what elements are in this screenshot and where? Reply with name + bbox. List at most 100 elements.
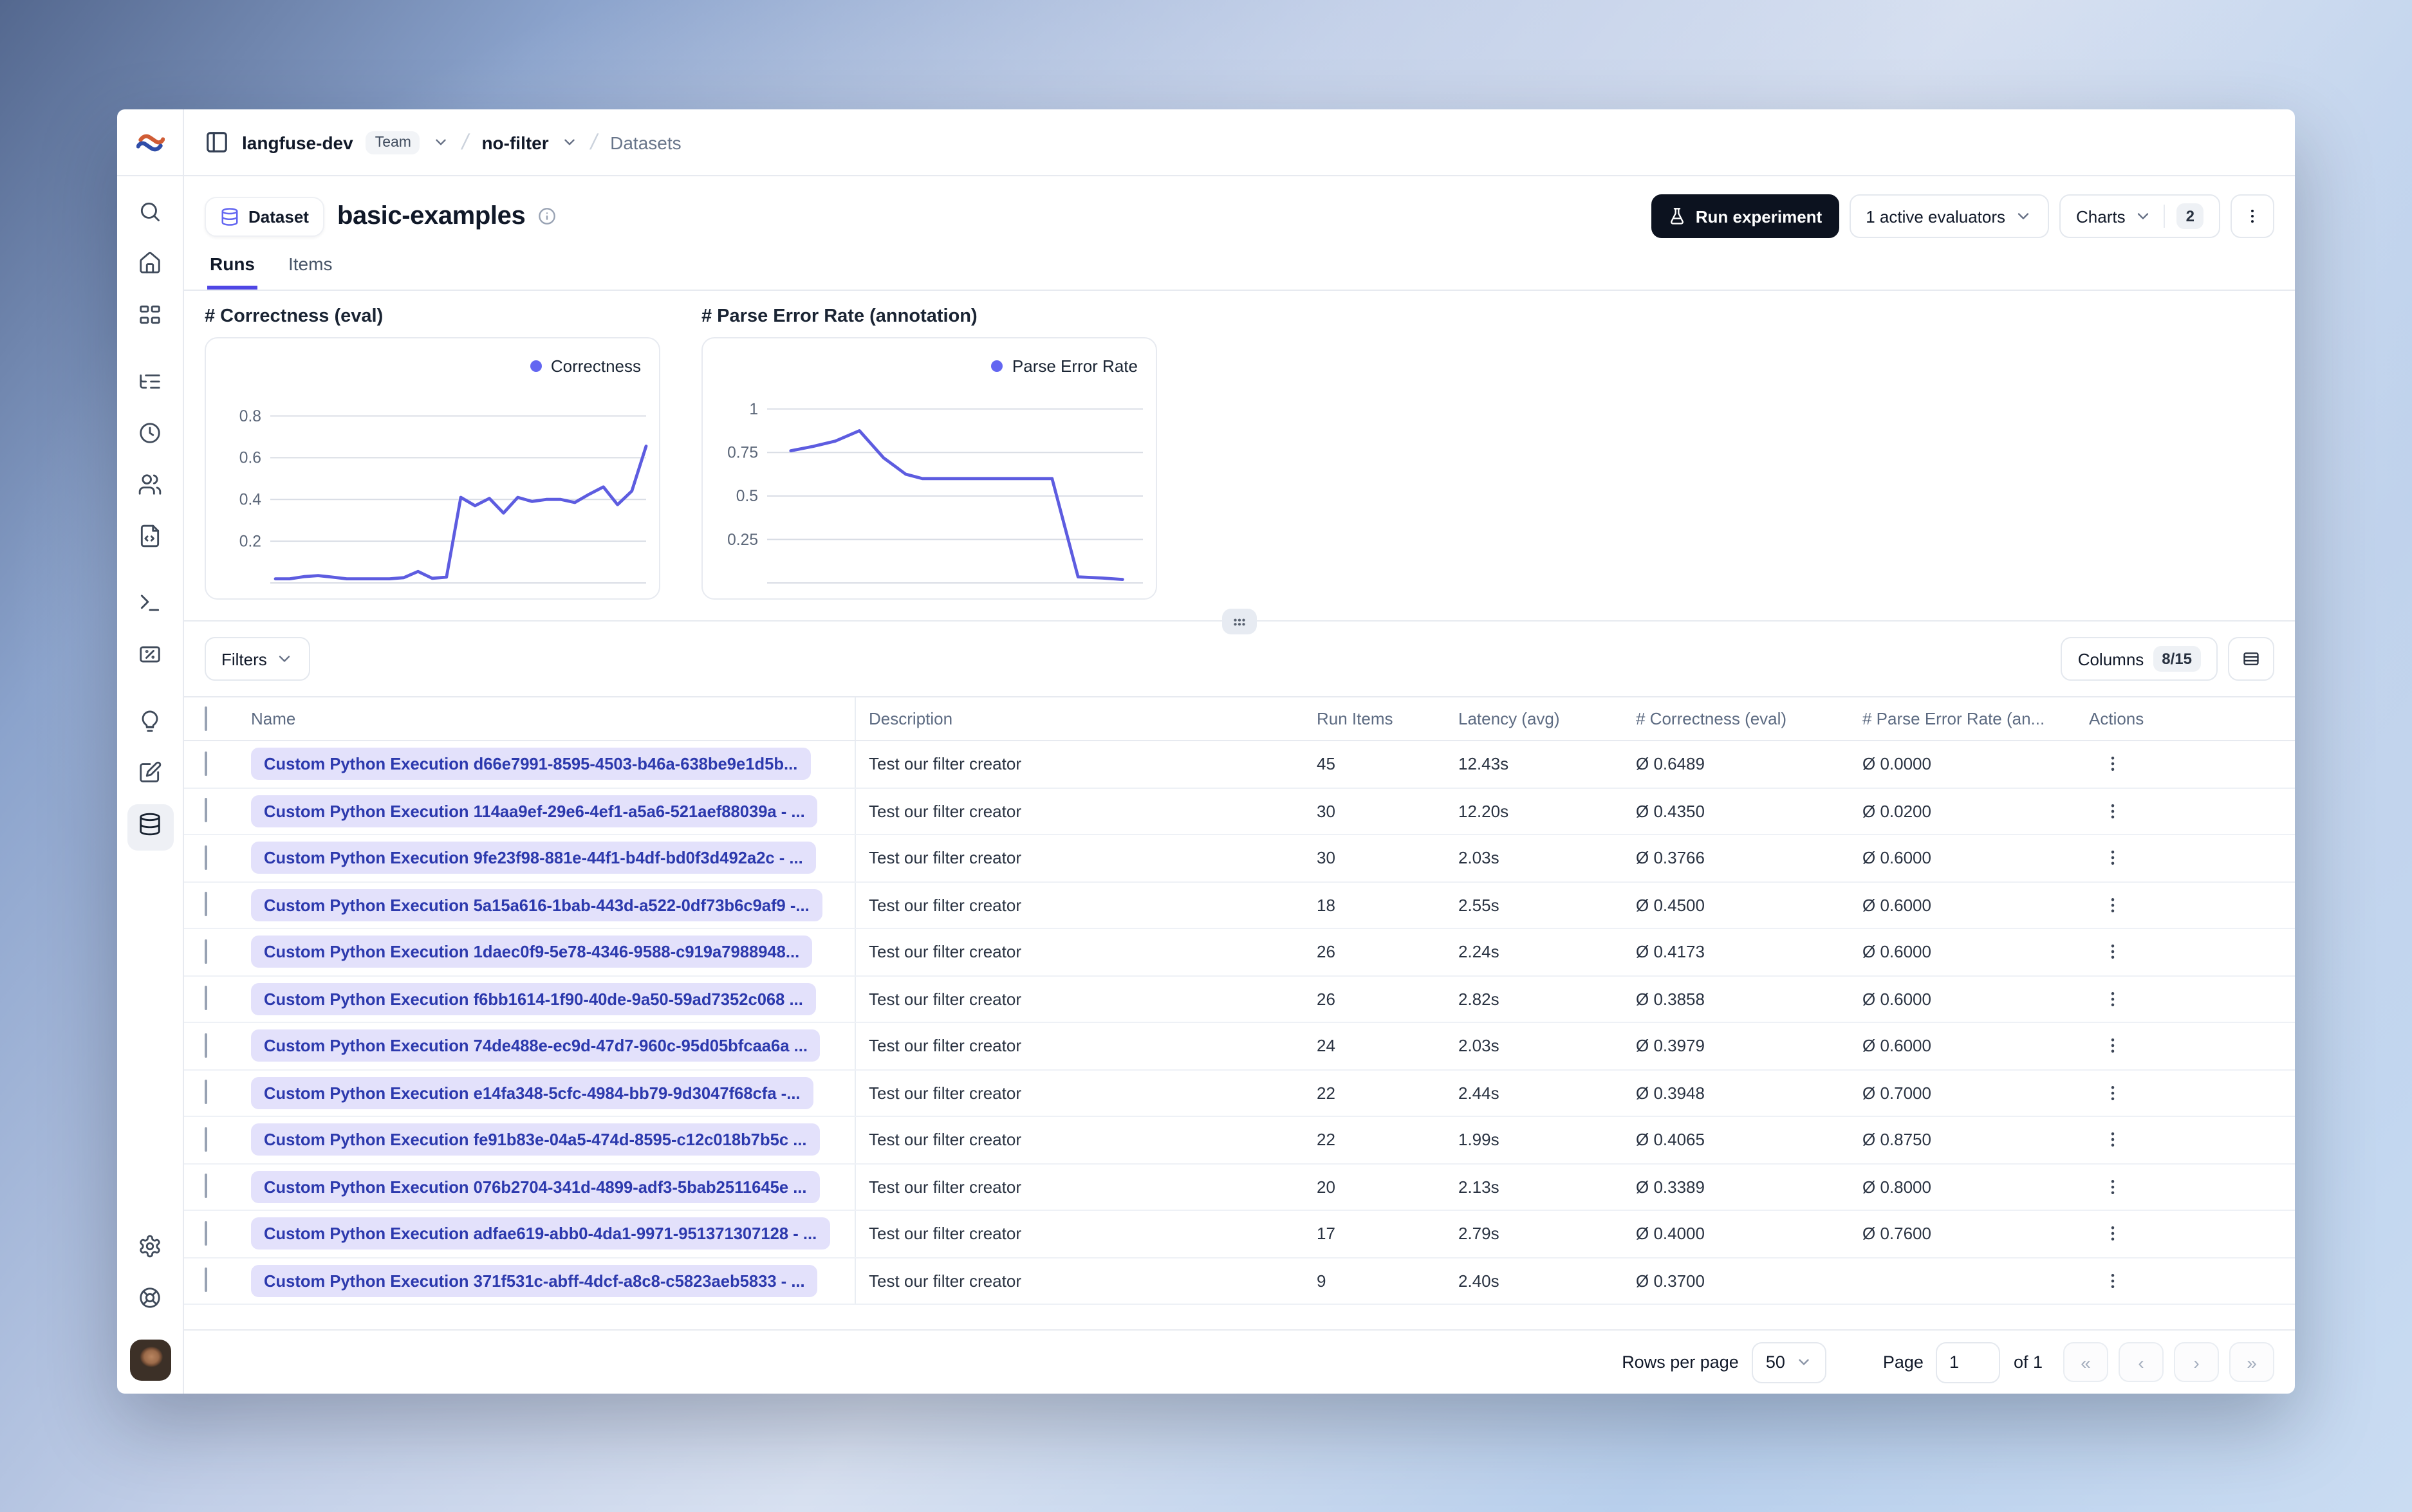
first-page-button[interactable]: « [2063,1342,2108,1382]
correctness-value: Ø 0.3858 [1636,989,1705,1009]
last-page-button[interactable]: » [2229,1342,2274,1382]
column-header-1[interactable]: Run Items [1304,709,1445,728]
org-type-badge: Team [366,131,420,154]
row-checkbox[interactable] [205,845,207,870]
grip-dots-icon [1234,618,1245,625]
run-name-link[interactable]: Custom Python Execution fe91b83e-04a5-47… [251,1123,820,1156]
row-checkbox[interactable] [205,939,207,964]
sidebar-item-users[interactable] [127,465,173,511]
row-checkbox[interactable] [205,1268,207,1293]
page-number-input[interactable] [1936,1341,2001,1383]
run-name-link[interactable]: Custom Python Execution 74de488e-ec9d-47… [251,1029,821,1062]
row-actions-menu[interactable] [2094,936,2130,969]
run-name-link[interactable]: Custom Python Execution 114aa9ef-29e6-4e… [251,795,818,827]
tab-items[interactable]: Items [286,246,335,290]
column-header-4[interactable]: # Parse Error Rate (an... [1850,709,2076,728]
run-experiment-button[interactable]: Run experiment [1651,194,1839,238]
column-header-3[interactable]: # Correctness (eval) [1623,709,1850,728]
run-name-link[interactable]: Custom Python Execution e14fa348-5cfc-49… [251,1076,813,1109]
row-checkbox[interactable] [205,1127,207,1152]
column-header-name[interactable]: Name [251,697,856,740]
row-height-button[interactable] [2228,637,2274,681]
breadcrumb-project[interactable]: no-filter [481,132,548,152]
latency-value: 2.03s [1458,1036,1499,1056]
sidebar-bottom [127,1226,173,1394]
sidebar-item-evaluation-percent[interactable] [127,634,173,681]
svg-text:0.8: 0.8 [239,408,261,425]
sidebar-toggle-icon[interactable] [205,130,229,154]
info-icon[interactable] [538,207,556,225]
run-description: Test our filter creator [869,1224,1021,1244]
rows-per-page-select[interactable]: 50 [1751,1341,1826,1383]
column-header-2[interactable]: Latency (avg) [1445,709,1623,728]
row-actions-menu[interactable] [2094,1123,2130,1157]
row-checkbox[interactable] [205,751,207,776]
run-name-link[interactable]: Custom Python Execution d66e7991-8595-45… [251,748,811,780]
resize-handle[interactable] [1222,609,1257,634]
previous-page-button[interactable]: ‹ [2119,1342,2164,1382]
sidebar-item-dashboards[interactable] [127,295,173,341]
sidebar-item-annotation-lightbulb[interactable] [127,701,173,748]
row-checkbox[interactable] [205,892,207,917]
charts-toggle-button[interactable]: Charts 2 [2059,194,2220,238]
parse-error-value: Ø 0.8000 [1862,1177,1931,1197]
sidebar-item-search[interactable] [127,192,173,238]
kebab-menu-icon [2110,757,2114,771]
sidebar-item-tracing[interactable] [127,362,173,408]
row-checkbox[interactable] [205,986,207,1011]
row-actions-menu[interactable] [2094,842,2130,875]
svg-text:0.5: 0.5 [736,488,758,505]
row-actions-menu[interactable] [2094,1029,2130,1063]
row-checkbox[interactable] [205,1174,207,1199]
page-count-label: of 1 [2013,1352,2043,1372]
row-actions-menu[interactable] [2094,1217,2130,1251]
run-name-link[interactable]: Custom Python Execution 1daec0f9-5e78-43… [251,936,813,968]
chevron-down-icon[interactable] [562,134,579,151]
row-actions-menu[interactable] [2094,1264,2130,1298]
sidebar-item-prompts-file-code[interactable] [127,516,173,562]
correctness-value: Ø 0.3389 [1636,1177,1705,1197]
line-chart: 0.25 0.5 0.75 1 [727,401,1143,584]
row-checkbox[interactable] [205,1080,207,1105]
more-actions-button[interactable] [2231,194,2274,238]
active-evaluators-button[interactable]: 1 active evaluators [1849,194,2050,238]
filters-button[interactable]: Filters [205,637,311,681]
next-page-button[interactable]: › [2174,1342,2219,1382]
sidebar-item-support-lifebuoy[interactable] [127,1278,173,1324]
run-description: Test our filter creator [869,848,1021,868]
chevron-down-icon[interactable] [433,134,450,151]
run-name-link[interactable]: Custom Python Execution 076b2704-341d-48… [251,1170,820,1203]
row-actions-menu[interactable] [2094,1170,2130,1204]
row-checkbox[interactable] [205,1033,207,1058]
run-name-link[interactable]: Custom Python Execution 5a15a616-1bab-44… [251,889,822,921]
tab-runs[interactable]: Runs [207,246,257,290]
row-checkbox[interactable] [205,1221,207,1246]
sidebar-item-annotate-pen[interactable] [127,753,173,799]
sidebar-item-datasets-database[interactable] [127,804,173,851]
row-actions-menu[interactable] [2094,1076,2130,1110]
row-actions-menu[interactable] [2094,795,2130,828]
select-all-checkbox[interactable] [205,706,207,730]
sidebar-item-playground-terminal[interactable] [127,583,173,629]
sidebar-item-settings-gear[interactable] [127,1226,173,1273]
breadcrumb-org[interactable]: langfuse-dev [242,132,353,152]
row-actions-menu[interactable] [2094,889,2130,922]
column-header-0[interactable]: Description [856,709,1304,728]
sidebar-item-home[interactable] [127,243,173,290]
user-avatar[interactable] [129,1340,171,1381]
line-chart: 0.2 0.4 0.6 0.8 [239,408,648,584]
chevron-down-icon [2138,213,2149,219]
sidebar-item-sessions-clock[interactable] [127,413,173,459]
run-name-link[interactable]: Custom Python Execution 371f531c-abff-4d… [251,1264,818,1297]
column-header-5[interactable]: Actions [2076,709,2274,728]
chart-title: # Parse Error Rate (annotation) [701,306,978,327]
run-name-link[interactable]: Custom Python Execution 9fe23f98-881e-44… [251,842,816,874]
breadcrumb-section[interactable]: Datasets [610,132,682,152]
parse-error-value: Ø 0.6000 [1862,1036,1931,1056]
columns-button[interactable]: Columns 8/15 [2061,637,2218,681]
row-actions-menu[interactable] [2094,748,2130,781]
row-checkbox[interactable] [205,798,207,823]
run-name-link[interactable]: Custom Python Execution f6bb1614-1f90-40… [251,982,816,1015]
run-name-link[interactable]: Custom Python Execution adfae619-abb0-4d… [251,1217,830,1250]
row-actions-menu[interactable] [2094,982,2130,1016]
